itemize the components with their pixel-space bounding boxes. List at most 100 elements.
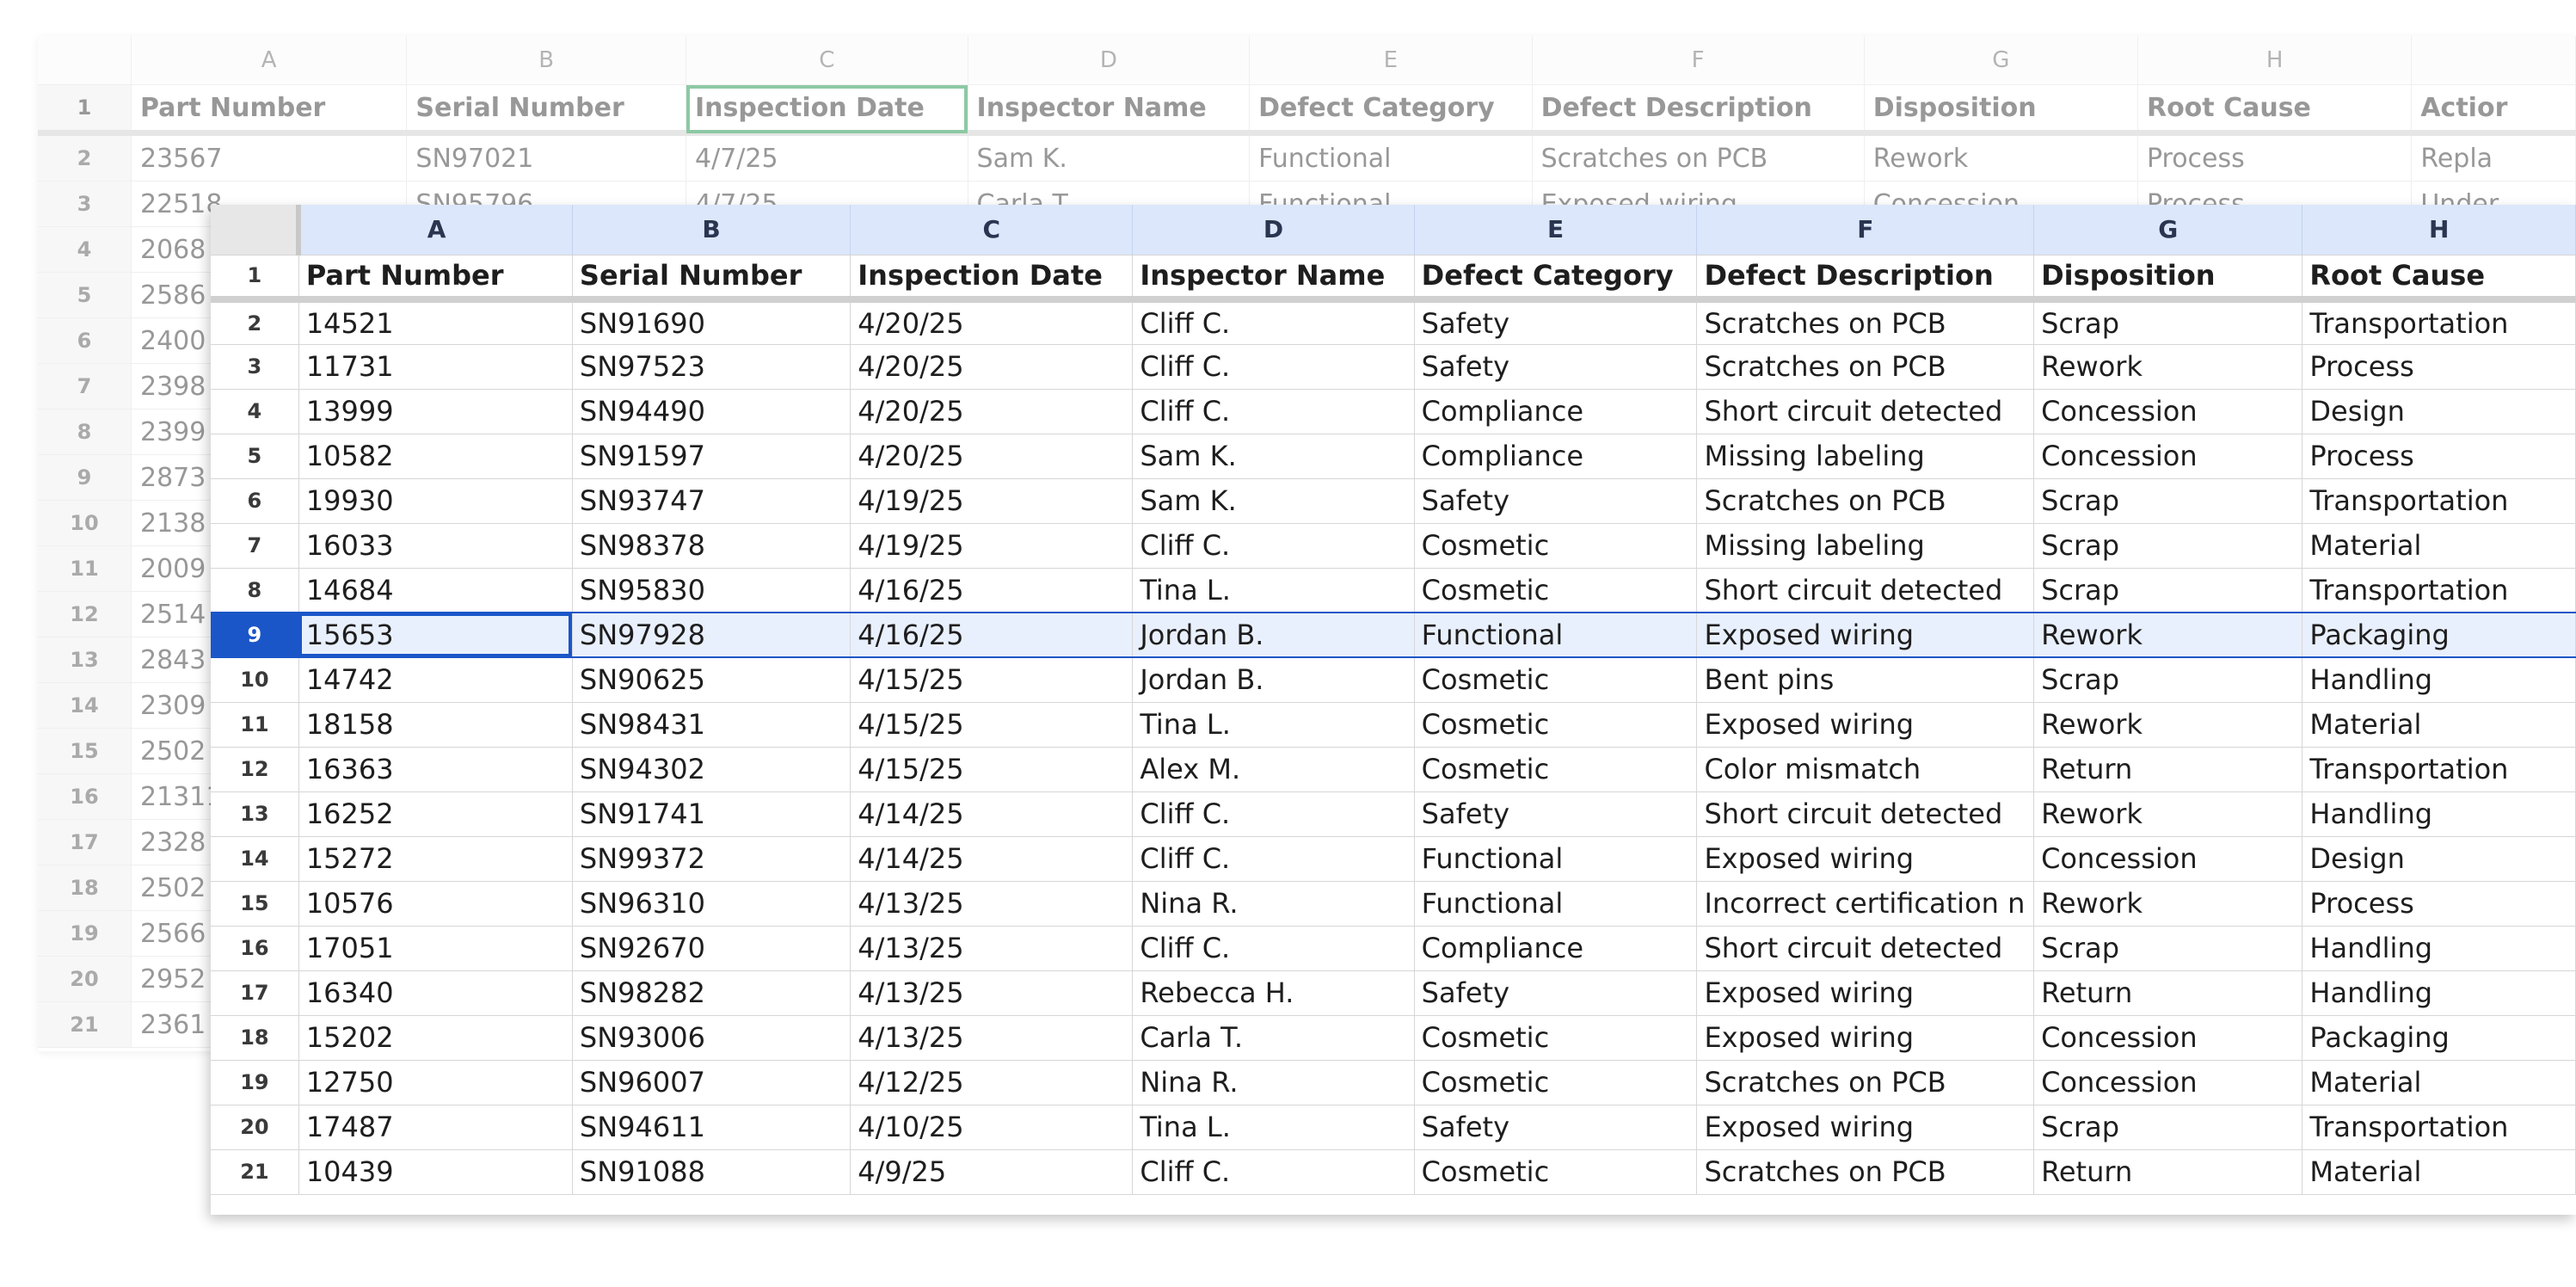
- cell[interactable]: Safety: [1414, 791, 1698, 837]
- header-cell[interactable]: Disposition: [2033, 255, 2303, 303]
- select-all-corner[interactable]: [211, 205, 302, 256]
- cell[interactable]: Nina R.: [1132, 881, 1415, 927]
- cell[interactable]: 12750: [298, 1060, 573, 1105]
- cell[interactable]: 17487: [298, 1105, 573, 1150]
- cell[interactable]: Design: [2302, 836, 2576, 882]
- header-cell[interactable]: Serial Number: [572, 255, 851, 303]
- header-cell[interactable]: Root Cause: [2302, 255, 2576, 303]
- cell[interactable]: Material: [2302, 1060, 2576, 1105]
- cell[interactable]: Short circuit detected: [1696, 389, 2035, 434]
- column-header-d[interactable]: D: [1132, 205, 1415, 256]
- row-number[interactable]: 16: [211, 926, 299, 971]
- cell[interactable]: Exposed wiring: [1696, 1015, 2035, 1061]
- cell[interactable]: SN96310: [572, 881, 851, 927]
- cell[interactable]: Transportation: [2302, 478, 2576, 524]
- header-cell[interactable]: Inspector Name: [1132, 255, 1415, 303]
- cell[interactable]: 4/13/25: [850, 1015, 1134, 1061]
- cell[interactable]: Exposed wiring: [1696, 836, 2035, 882]
- cell[interactable]: Cliff C.: [1132, 344, 1415, 390]
- cell[interactable]: Functional: [1414, 836, 1698, 882]
- cell[interactable]: Safety: [1414, 344, 1698, 390]
- column-header-e[interactable]: E: [1414, 205, 1698, 256]
- cell[interactable]: Functional: [1414, 612, 1698, 658]
- cell[interactable]: Scratches on PCB: [1696, 299, 2035, 345]
- cell[interactable]: 4/12/25: [850, 1060, 1134, 1105]
- cell[interactable]: SN91741: [572, 791, 851, 837]
- cell[interactable]: 15202: [298, 1015, 573, 1061]
- cell[interactable]: Material: [2302, 702, 2576, 748]
- row-number[interactable]: 12: [211, 747, 299, 792]
- cell[interactable]: SN94302: [572, 747, 851, 792]
- cell[interactable]: 16033: [298, 523, 573, 569]
- cell[interactable]: Carla T.: [1132, 1015, 1415, 1061]
- row-number[interactable]: 5: [211, 434, 299, 479]
- cell[interactable]: 4/15/25: [850, 747, 1134, 792]
- cell[interactable]: Safety: [1414, 970, 1698, 1016]
- cell[interactable]: SN98431: [572, 702, 851, 748]
- row-number[interactable]: 6: [211, 478, 299, 524]
- row-number[interactable]: 8: [211, 568, 299, 613]
- row-number[interactable]: 9: [211, 612, 299, 658]
- cell[interactable]: 4/15/25: [850, 657, 1134, 703]
- cell[interactable]: Cliff C.: [1132, 926, 1415, 971]
- cell[interactable]: 17051: [298, 926, 573, 971]
- cell[interactable]: Cliff C.: [1132, 791, 1415, 837]
- cell[interactable]: Rebecca H.: [1132, 970, 1415, 1016]
- cell[interactable]: Concession: [2033, 1060, 2303, 1105]
- cell[interactable]: 10576: [298, 881, 573, 927]
- cell[interactable]: SN97523: [572, 344, 851, 390]
- row-number[interactable]: 13: [211, 791, 299, 837]
- cell[interactable]: Exposed wiring: [1696, 612, 2035, 658]
- cell[interactable]: Concession: [2033, 836, 2303, 882]
- cell[interactable]: SN94611: [572, 1105, 851, 1150]
- cell[interactable]: 4/10/25: [850, 1105, 1134, 1150]
- row-number[interactable]: 4: [211, 389, 299, 434]
- cell[interactable]: Cosmetic: [1414, 1060, 1698, 1105]
- cell[interactable]: Safety: [1414, 1105, 1698, 1150]
- row-number[interactable]: 18: [211, 1015, 299, 1061]
- row-number[interactable]: 2: [211, 299, 299, 345]
- column-header-b[interactable]: B: [572, 205, 851, 256]
- cell[interactable]: 4/20/25: [850, 344, 1134, 390]
- cell[interactable]: Safety: [1414, 299, 1698, 345]
- cell[interactable]: Tina L.: [1132, 1105, 1415, 1150]
- cell[interactable]: Material: [2302, 523, 2576, 569]
- selected-cell[interactable]: 15653: [298, 612, 573, 658]
- cell[interactable]: Cosmetic: [1414, 568, 1698, 613]
- cell[interactable]: Handling: [2302, 791, 2576, 837]
- row-number[interactable]: 11: [211, 702, 299, 748]
- header-cell[interactable]: Inspection Date: [850, 255, 1134, 303]
- cell[interactable]: Scratches on PCB: [1696, 478, 2035, 524]
- column-header-c[interactable]: C: [850, 205, 1134, 256]
- cell[interactable]: 18158: [298, 702, 573, 748]
- cell[interactable]: Incorrect certification n: [1696, 881, 2035, 927]
- cell[interactable]: SN93747: [572, 478, 851, 524]
- cell[interactable]: Cosmetic: [1414, 1149, 1698, 1195]
- cell[interactable]: Cosmetic: [1414, 702, 1698, 748]
- cell[interactable]: Concession: [2033, 389, 2303, 434]
- cell[interactable]: Cliff C.: [1132, 523, 1415, 569]
- cell[interactable]: 16340: [298, 970, 573, 1016]
- row-number[interactable]: 3: [211, 344, 299, 390]
- cell[interactable]: SN91597: [572, 434, 851, 479]
- cell[interactable]: Return: [2033, 1149, 2303, 1195]
- cell[interactable]: Handling: [2302, 657, 2576, 703]
- cell[interactable]: Packaging: [2302, 612, 2576, 658]
- cell[interactable]: Short circuit detected: [1696, 791, 2035, 837]
- cell[interactable]: Color mismatch: [1696, 747, 2035, 792]
- cell[interactable]: SN94490: [572, 389, 851, 434]
- cell[interactable]: Scrap: [2033, 478, 2303, 524]
- cell[interactable]: 4/13/25: [850, 970, 1134, 1016]
- row-number[interactable]: 1: [211, 255, 299, 303]
- cell[interactable]: 10582: [298, 434, 573, 479]
- cell[interactable]: Scrap: [2033, 523, 2303, 569]
- cell[interactable]: Cosmetic: [1414, 1015, 1698, 1061]
- header-cell[interactable]: Defect Category: [1414, 255, 1698, 303]
- cell[interactable]: Rework: [2033, 344, 2303, 390]
- cell[interactable]: Compliance: [1414, 434, 1698, 479]
- cell[interactable]: Alex M.: [1132, 747, 1415, 792]
- cell[interactable]: Jordan B.: [1132, 612, 1415, 658]
- cell[interactable]: Handling: [2302, 926, 2576, 971]
- cell[interactable]: 19930: [298, 478, 573, 524]
- cell[interactable]: Scrap: [2033, 1105, 2303, 1150]
